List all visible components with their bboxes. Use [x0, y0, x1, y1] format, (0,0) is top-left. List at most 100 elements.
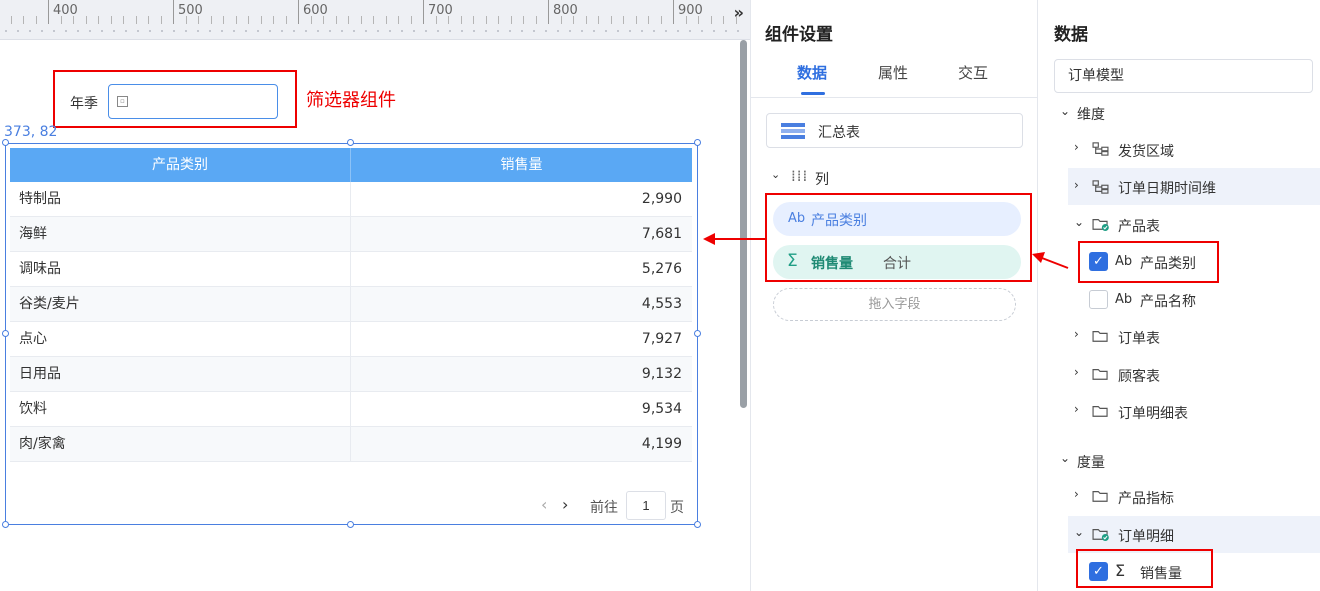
ruler-major-tick	[173, 0, 174, 24]
resize-handle[interactable]	[347, 521, 354, 528]
chart-type-selector[interactable]: 汇总表	[766, 113, 1023, 148]
column-header-category[interactable]: 产品类别	[10, 148, 350, 182]
table-row[interactable]: 饮料 9,534	[10, 392, 692, 427]
field-pill-label: 销售量	[811, 256, 853, 272]
ruler-minor-tick	[610, 16, 612, 24]
chevron-down-icon[interactable]: ⌄	[1060, 451, 1070, 465]
resize-handle[interactable]	[2, 330, 9, 337]
ruler-major-tick	[48, 0, 49, 24]
tree-item-product-name[interactable]: 产品名称	[1140, 291, 1196, 311]
table-row[interactable]: 谷类/麦片 4,553	[10, 287, 692, 322]
ruler-minor-tick	[585, 16, 587, 24]
chevron-right-icon[interactable]: ›	[1074, 327, 1079, 341]
ruler-label-900: 900	[678, 3, 703, 18]
ruler-minor-tick	[710, 16, 712, 24]
canvas-scrollbar[interactable]	[740, 40, 747, 408]
chevron-down-icon[interactable]: ⌄	[771, 168, 780, 181]
cell-divider	[350, 322, 351, 357]
chevron-down-icon[interactable]: ⌄	[1060, 104, 1070, 118]
tab-interaction[interactable]: 交互	[958, 62, 988, 83]
table-row[interactable]: 点心 7,927	[10, 322, 692, 357]
cell-category: 饮料	[19, 401, 47, 417]
chevron-down-icon[interactable]: ⌄	[1074, 215, 1084, 229]
pager-page-input[interactable]	[626, 491, 666, 520]
chevron-right-icon[interactable]: ›	[1074, 140, 1079, 154]
text-type-icon: Ab	[788, 211, 806, 226]
dimension-group-label[interactable]: 维度	[1077, 104, 1105, 124]
table-row[interactable]: 特制品 2,990	[10, 182, 692, 217]
tree-item-order-detail[interactable]: 订单明细	[1118, 526, 1174, 546]
resize-handle[interactable]	[2, 521, 9, 528]
cell-category: 肉/家禽	[19, 436, 66, 452]
chevron-right-icon[interactable]: ›	[1074, 365, 1079, 379]
ruler-dots	[0, 30, 740, 32]
chevron-left-icon[interactable]: ‹	[541, 495, 547, 514]
tree-item-product-table[interactable]: 产品表	[1118, 216, 1160, 236]
settings-title: 组件设置	[765, 25, 833, 45]
tab-data[interactable]: 数据	[797, 62, 827, 83]
table-header: 产品类别 销售量	[10, 148, 692, 182]
model-select[interactable]: 订单模型	[1054, 59, 1313, 93]
ruler-minor-tick	[185, 16, 187, 24]
ruler-minor-tick	[35, 16, 37, 24]
column-header-sales[interactable]: 销售量	[351, 148, 692, 182]
ruler-minor-tick	[23, 16, 24, 24]
folder-icon	[1092, 369, 1108, 380]
cell-divider	[350, 357, 351, 392]
chevron-down-icon[interactable]: ⌄	[1074, 525, 1084, 539]
resize-handle[interactable]	[694, 330, 701, 337]
horizontal-ruler: 400 500 600 700 800 900 »	[0, 0, 750, 40]
checkbox-product-name[interactable]	[1089, 290, 1108, 309]
measure-group-label[interactable]: 度量	[1077, 452, 1105, 472]
resize-handle[interactable]	[347, 139, 354, 146]
ruler-minor-tick	[573, 16, 574, 24]
tree-item-ship-region[interactable]: 发货区域	[1118, 141, 1174, 161]
chevron-right-icon[interactable]: ›	[1074, 402, 1079, 416]
ruler-minor-tick	[273, 16, 274, 24]
chevron-right-icon[interactable]: ›	[1074, 178, 1079, 192]
ruler-minor-tick	[535, 16, 537, 24]
position-readout: 373, 82	[4, 124, 58, 140]
ruler-minor-tick	[448, 16, 449, 24]
aggregation-label[interactable]: 合计	[883, 253, 911, 273]
field-drop-zone[interactable]: 拖入字段	[773, 288, 1016, 321]
tree-item-customer-table[interactable]: 顾客表	[1118, 366, 1160, 386]
tree-item-order-detail-table[interactable]: 订单明细表	[1118, 403, 1188, 423]
checkbox-product-category[interactable]: ✓	[1089, 252, 1108, 271]
ruler-minor-tick	[310, 16, 312, 24]
cell-sales: 5,276	[641, 261, 682, 277]
cell-sales: 4,553	[641, 296, 682, 312]
ruler-minor-tick	[335, 16, 337, 24]
calendar-icon: ▫	[117, 96, 128, 107]
ruler-minor-tick	[648, 16, 649, 24]
resize-handle[interactable]	[694, 521, 701, 528]
table-row[interactable]: 肉/家禽 4,199	[10, 427, 692, 462]
field-pill-product-category[interactable]: Ab 产品类别	[773, 202, 1021, 236]
tree-item-order-date-dim[interactable]: 订单日期时间维	[1118, 178, 1216, 198]
ruler-minor-tick	[285, 16, 287, 24]
cell-divider	[350, 217, 351, 252]
ruler-minor-tick	[723, 16, 724, 24]
field-pill-sales[interactable]: Σ 销售量 合计	[773, 245, 1021, 279]
resize-handle[interactable]	[2, 139, 9, 146]
tree-item-order-table[interactable]: 订单表	[1118, 328, 1160, 348]
tree-item-product-metrics[interactable]: 产品指标	[1118, 488, 1174, 508]
chevron-right-icon[interactable]: ›	[1074, 487, 1079, 501]
cell-divider	[350, 287, 351, 322]
table-row[interactable]: 海鲜 7,681	[10, 217, 692, 252]
filter-date-input[interactable]	[108, 84, 278, 119]
tab-properties[interactable]: 属性	[878, 62, 908, 83]
tree-item-product-category[interactable]: 产品类别	[1140, 253, 1196, 273]
table-row[interactable]: 日用品 9,132	[10, 357, 692, 392]
table-row[interactable]: 调味品 5,276	[10, 252, 692, 287]
tree-item-sales[interactable]: 销售量	[1140, 563, 1182, 583]
resize-handle[interactable]	[694, 139, 701, 146]
ruler-label-500: 500	[178, 3, 203, 18]
checkbox-sales[interactable]: ✓	[1089, 562, 1108, 581]
ruler-minor-tick	[485, 16, 487, 24]
cell-category: 点心	[19, 331, 47, 347]
chevron-right-icon[interactable]: ›	[562, 495, 568, 514]
ruler-minor-tick	[110, 16, 112, 24]
hierarchy-icon	[1092, 180, 1109, 194]
design-canvas[interactable]: 400 500 600 700 800 900 » 年季 ▫ 筛选器组件 373…	[0, 0, 750, 591]
